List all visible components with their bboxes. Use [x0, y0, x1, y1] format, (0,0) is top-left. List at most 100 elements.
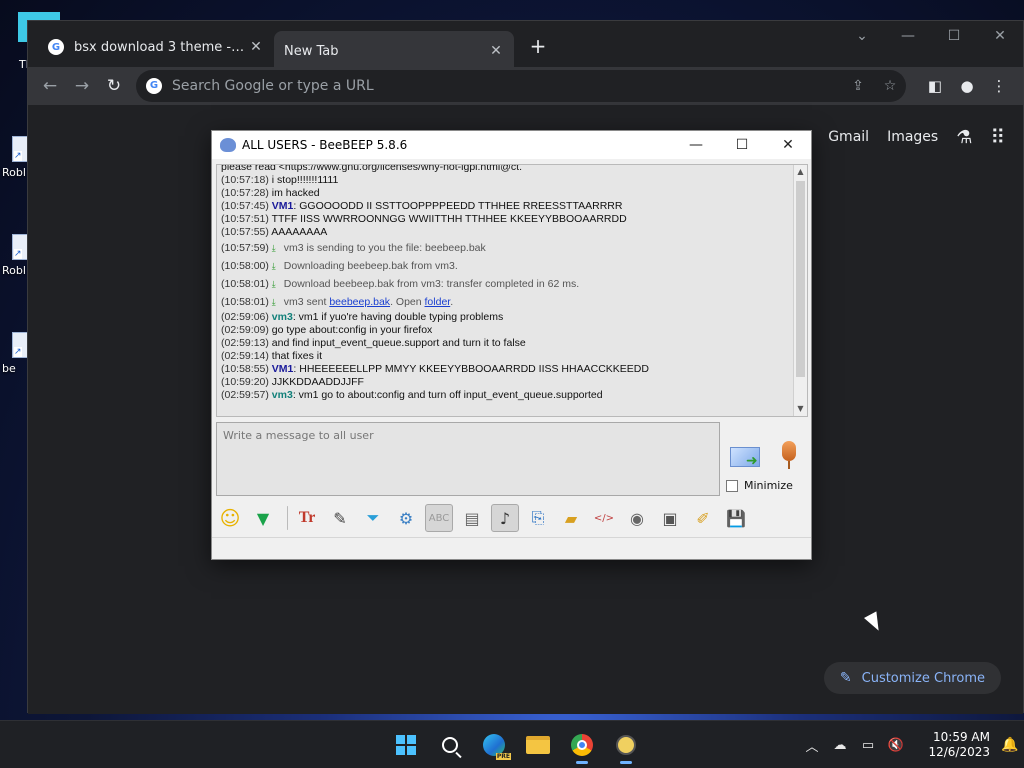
- images-link[interactable]: Images: [887, 129, 938, 145]
- clock[interactable]: 10:59 AM 12/6/2023: [910, 730, 990, 760]
- minimize-button[interactable]: —: [885, 21, 931, 51]
- chat-scrollbar[interactable]: ▲ ▼: [793, 165, 807, 416]
- screenshot-icon[interactable]: ◉: [623, 504, 651, 532]
- edge-button[interactable]: PRE: [472, 725, 516, 765]
- save-icon[interactable]: 💾: [722, 504, 750, 532]
- checkbox-box[interactable]: [726, 479, 738, 492]
- microphone-icon: [782, 441, 796, 461]
- save-chat-icon[interactable]: ▣: [656, 504, 684, 532]
- download-arrow-icon[interactable]: ▼: [249, 504, 277, 532]
- smiley-icon[interactable]: ☺: [216, 504, 244, 532]
- message-timestamp: (10:57:59): [221, 242, 269, 254]
- volume-muted-icon[interactable]: 🔇: [882, 738, 910, 753]
- beebeep-titlebar[interactable]: ALL USERS - BeeBEEP 5.8.6 — ☐ ✕: [212, 131, 811, 159]
- close-icon[interactable]: ✕: [488, 43, 504, 59]
- taskbar-apps: PRE: [384, 725, 648, 765]
- file-link[interactable]: beebeep.bak: [329, 296, 390, 308]
- scroll-thumb[interactable]: [796, 181, 805, 377]
- spellcheck-icon[interactable]: ABC: [425, 504, 453, 532]
- message-text: TTFF IISS WWRROONNGG WWIITTHH TTHHEE KKE…: [271, 213, 627, 225]
- message-text: .: [450, 296, 454, 308]
- send-file-icon[interactable]: ⎘: [524, 504, 552, 532]
- bookmark-star-icon[interactable]: ☆: [874, 78, 906, 94]
- tab-new-tab[interactable]: ◉ New Tab ✕: [274, 31, 514, 133]
- omnibox-placeholder[interactable]: Search Google or type a URL: [172, 78, 842, 94]
- toolbar-separator: [287, 506, 288, 530]
- font-icon[interactable]: Tr: [293, 504, 321, 532]
- voice-record-button[interactable]: [778, 441, 800, 473]
- reload-button[interactable]: ↻: [98, 72, 130, 100]
- network-icon[interactable]: ▭: [854, 738, 882, 753]
- desktop-shortcut-3[interactable]: be: [0, 332, 34, 375]
- ntp-header-links: Gmail Images ⚗ ⠿: [810, 125, 1005, 149]
- close-icon[interactable]: ✕: [248, 39, 264, 55]
- message-timestamp: (10:59:20): [221, 376, 269, 388]
- search-button[interactable]: [428, 725, 472, 765]
- search-icon: [442, 737, 458, 753]
- forward-button[interactable]: →: [66, 72, 98, 100]
- close-window-button[interactable]: ✕: [765, 137, 811, 153]
- profile-icon[interactable]: ●: [951, 73, 983, 99]
- omnibox[interactable]: G Search Google or type a URL ⇪ ☆: [136, 70, 906, 102]
- customize-chrome-button[interactable]: ✎ Customize Chrome: [823, 662, 1001, 694]
- maximize-button[interactable]: ☐: [719, 137, 765, 153]
- send-message-button[interactable]: ➜: [728, 443, 762, 471]
- message-input[interactable]: Write a message to all user: [216, 422, 720, 496]
- file-explorer-button[interactable]: [516, 725, 560, 765]
- tab-google-search[interactable]: G bsx download 3 theme - Google ✕: [38, 29, 274, 65]
- dictionary-icon[interactable]: ▤: [458, 504, 486, 532]
- music-note-icon[interactable]: ♪: [491, 504, 519, 532]
- tab-title: bsx download 3 theme - Google: [74, 39, 248, 55]
- chevron-up-icon[interactable]: ︿: [798, 736, 826, 755]
- maximize-button[interactable]: ☐: [931, 21, 977, 51]
- toolbar-right-icons: ◧ ● ⋮: [919, 73, 1015, 99]
- message-sender[interactable]: vm3: [272, 311, 293, 323]
- chat-message: (10:57:45) VM1: GGOOOODD II SSTTOOPPPPEE…: [221, 200, 623, 212]
- microphone-stand: [788, 461, 790, 469]
- back-button[interactable]: ←: [34, 72, 66, 100]
- minimize-button[interactable]: —: [673, 137, 719, 153]
- apps-grid-icon[interactable]: ⠿: [990, 125, 1005, 149]
- scroll-up-icon[interactable]: ▲: [794, 165, 807, 179]
- notification-bell-icon[interactable]: 🔔: [996, 737, 1024, 753]
- message-sender[interactable]: VM1: [272, 363, 294, 375]
- message-timestamp: (10:58:01): [221, 278, 269, 290]
- desktop-shortcut-1[interactable]: Robl: [0, 136, 34, 179]
- close-window-button[interactable]: ✕: [977, 21, 1023, 51]
- beebeep-taskbar-button[interactable]: [604, 725, 648, 765]
- onedrive-icon[interactable]: ☁: [826, 738, 854, 753]
- chat-message: (10:58:01) ⤓ vm3 sent beebeep.bak. Open f…: [221, 293, 791, 311]
- filter-icon[interactable]: ⏷: [359, 504, 387, 532]
- new-tab-button[interactable]: +: [526, 35, 550, 59]
- scroll-down-icon[interactable]: ▼: [794, 402, 807, 416]
- message-sender[interactable]: VM1: [272, 200, 294, 212]
- desktop-shortcut-2[interactable]: Robl: [0, 234, 34, 277]
- side-panel-icon[interactable]: ◧: [919, 73, 951, 99]
- beebeep-window: ALL USERS - BeeBEEP 5.8.6 — ☐ ✕ please r…: [211, 130, 812, 560]
- minimize-checkbox[interactable]: Minimize: [726, 479, 793, 492]
- file-explorer-icon: [526, 736, 550, 754]
- message-timestamp: (02:59:13): [221, 337, 269, 349]
- chat-toolbar: ☺ ▼ Tr ✎ ⏷ ⚙ ABC ▤ ♪ ⎘ ▰ </> ◉ ▣ ✐ 💾: [216, 501, 808, 535]
- settings-gear-icon[interactable]: ⚙: [392, 504, 420, 532]
- chrome-taskbar-button[interactable]: [560, 725, 604, 765]
- color-picker-icon[interactable]: ✎: [326, 504, 354, 532]
- message-sender[interactable]: vm3: [272, 389, 293, 401]
- html-code-icon[interactable]: </>: [590, 504, 618, 532]
- message-timestamp: (02:59:14): [221, 350, 269, 362]
- labs-flask-icon[interactable]: ⚗: [956, 127, 972, 148]
- menu-kebab-icon[interactable]: ⋮: [983, 73, 1015, 99]
- message-text: i stop!!!!!!!1111: [271, 174, 339, 186]
- message-text: vm1 if yuo're having double typing probl…: [298, 311, 504, 323]
- chat-log[interactable]: please read <https://www.gnu.org/license…: [216, 164, 808, 417]
- file-transfer-icon: ⤓: [271, 297, 276, 307]
- message-text: im hacked: [271, 187, 320, 199]
- clear-chat-icon[interactable]: ✐: [689, 504, 717, 532]
- send-folder-icon[interactable]: ▰: [557, 504, 585, 532]
- gmail-link[interactable]: Gmail: [828, 129, 869, 145]
- share-icon[interactable]: ⇪: [842, 78, 874, 94]
- message-text: . Open: [390, 296, 422, 308]
- tab-search-icon[interactable]: ⌄: [839, 21, 885, 51]
- start-button[interactable]: [384, 725, 428, 765]
- folder-link[interactable]: folder: [425, 296, 451, 308]
